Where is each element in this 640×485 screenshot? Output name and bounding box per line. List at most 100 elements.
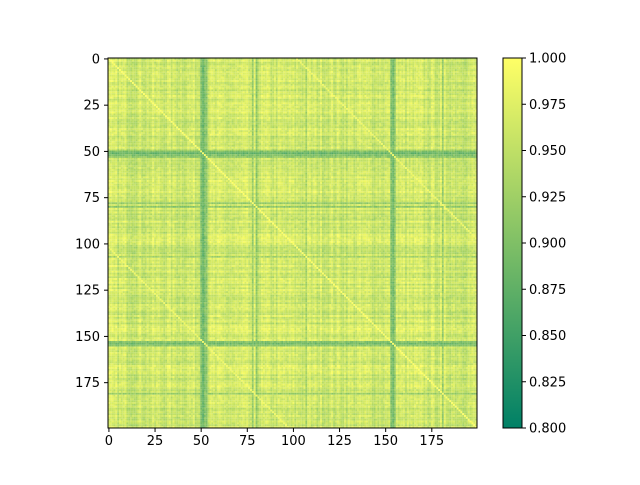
heatmap-cell [227,70,230,73]
heatmap-cell [379,70,382,73]
heatmap-cell [349,67,352,70]
heatmap-cell [279,74,282,77]
heatmap-cell [181,89,184,92]
heatmap-cell [414,82,417,84]
heatmap-cell [133,93,136,96]
heatmap-cell [130,65,133,68]
heatmap-cell [274,76,276,79]
heatmap-cell [447,72,450,75]
heatmap-cell [443,80,446,83]
heatmap-cell [253,78,256,81]
heatmap-cell [449,85,452,88]
heatmap-cell [165,76,168,79]
heatmap-cell [259,63,262,66]
heatmap-cell [344,74,347,77]
heatmap-cell [128,59,131,62]
heatmap-cell [318,89,321,92]
heatmap-cell [185,95,188,97]
heatmap-cell [218,91,221,94]
heatmap-cell [449,76,452,79]
heatmap-cell [274,69,276,71]
heatmap-cell [183,89,186,92]
heatmap-cell [425,65,428,68]
heatmap-cell [342,82,345,84]
heatmap-cell [405,65,407,68]
heatmap-cell [364,72,367,75]
heatmap-cell [141,93,144,96]
heatmap-cell [453,61,455,64]
heatmap-cell [222,91,225,94]
heatmap-cell [386,100,389,103]
heatmap-cell [170,63,173,66]
heatmap-cell [148,63,151,66]
heatmap-cell [340,98,343,101]
heatmap-cell [192,96,195,99]
heatmap-cell [290,70,293,73]
heatmap-cell [255,59,258,62]
heatmap-cell [218,95,221,97]
heatmap-cell [283,72,286,75]
heatmap-cell [181,61,184,64]
heatmap-cell [198,78,201,81]
heatmap-cell [240,85,243,88]
heatmap-cell [165,65,168,68]
heatmap-cell [351,85,354,88]
heatmap-cell [346,100,348,103]
heatmap-cell [148,87,151,90]
heatmap-cell [259,98,262,101]
heatmap-cell [179,85,182,88]
heatmap-cell [294,82,297,84]
heatmap-cell [128,76,131,79]
heatmap-cell [307,76,310,79]
heatmap-cell [473,74,476,77]
heatmap-cell [141,87,144,90]
heatmap-cell [347,95,350,97]
heatmap-cell [377,76,380,79]
heatmap-cell [462,82,465,84]
heatmap-cell [368,61,371,64]
heatmap-cell [416,65,419,68]
heatmap-cell [443,83,446,86]
heatmap-cell [465,83,468,86]
heatmap-cell [364,95,367,97]
heatmap-cell [423,63,426,66]
heatmap-cell [462,67,465,70]
heatmap-cell [458,85,461,88]
heatmap-cell [427,80,430,83]
heatmap-cell [357,89,359,92]
heatmap-cell [410,72,413,75]
heatmap-cell [299,65,302,68]
heatmap-cell [194,82,197,84]
heatmap-cell [139,93,142,96]
heatmap-cell [371,67,374,70]
heatmap-cell [144,87,147,90]
heatmap-cell [240,65,243,68]
heatmap-cell [259,91,262,94]
heatmap-cell [384,89,387,92]
heatmap-cell [362,65,365,68]
heatmap-cell [364,82,367,84]
heatmap-cell [453,67,455,70]
heatmap-cell [167,95,169,97]
heatmap-cell [360,100,363,103]
heatmap-cell [192,102,195,105]
heatmap-cell [137,82,140,84]
heatmap-cell [189,83,192,86]
heatmap-cell [384,69,387,71]
heatmap-cell [346,61,348,64]
heatmap-cell [122,72,125,75]
heatmap-cell [296,85,299,88]
heatmap-cell [392,78,395,81]
heatmap-cell [170,95,173,97]
heatmap-cell [327,102,330,105]
heatmap-cell [342,59,345,62]
heatmap-cell [124,83,127,86]
heatmap-cell [390,91,393,94]
heatmap-cell [209,100,212,103]
heatmap-cell [246,95,249,97]
heatmap-cell [178,70,181,73]
heatmap-cell [159,82,162,84]
heatmap-cell [277,91,280,94]
heatmap-cell [440,70,442,73]
heatmap-cell [303,91,306,94]
